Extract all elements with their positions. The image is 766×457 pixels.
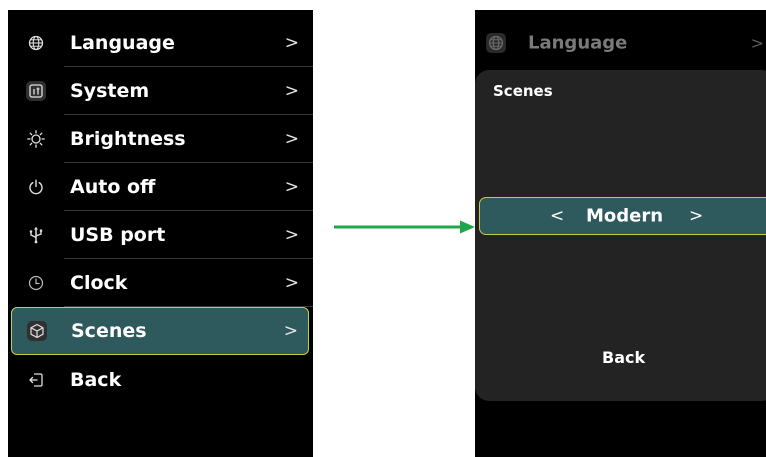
settings-menu-screen: Language > System > Brightness > Auto of… <box>8 10 313 457</box>
scenes-dialog: Scenes < Modern > Back <box>475 70 766 401</box>
cube-icon <box>27 321 47 341</box>
scene-picker[interactable]: < Modern > <box>479 197 766 235</box>
menu-item-label: USB port <box>70 224 166 246</box>
menu-item-label: Language <box>70 32 175 54</box>
power-icon <box>26 177 46 197</box>
transition-arrow-icon <box>334 220 475 234</box>
chevron-right-icon: > <box>284 33 299 53</box>
next-option-button[interactable]: > <box>689 206 703 226</box>
menu-item-language-dimmed: Language > <box>475 20 766 65</box>
menu-item-label: Back <box>70 369 122 391</box>
chevron-right-icon: > <box>284 273 299 293</box>
menu-item-label: System <box>70 80 150 102</box>
clock-icon <box>26 273 46 293</box>
usb-icon <box>26 225 46 245</box>
scene-picker-value: Modern <box>586 205 664 227</box>
chevron-right-icon: > <box>284 81 299 101</box>
menu-item-scenes[interactable]: Scenes > <box>11 307 309 355</box>
chevron-right-icon: > <box>284 225 299 245</box>
chevron-right-icon: > <box>284 129 299 149</box>
menu-item-label: Auto off <box>70 176 156 198</box>
chevron-right-icon: > <box>284 177 299 197</box>
menu-item-back[interactable]: Back <box>8 356 313 404</box>
globe-icon <box>26 33 46 53</box>
menu-item-label: Scenes <box>71 320 147 342</box>
exit-icon <box>26 370 46 390</box>
menu-item-brightness[interactable]: Brightness > <box>8 115 313 163</box>
menu-item-label: Brightness <box>70 128 186 150</box>
menu-item-usb-port[interactable]: USB port > <box>8 211 313 259</box>
menu-item-label: Clock <box>70 272 128 294</box>
globe-icon <box>486 32 506 53</box>
sun-icon <box>26 129 46 149</box>
chevron-right-icon: > <box>750 33 764 52</box>
chevron-right-icon: > <box>283 321 298 341</box>
page: Language > System > Brightness > Auto of… <box>0 0 766 457</box>
menu-item-language[interactable]: Language > <box>8 19 313 67</box>
system-icon <box>26 81 46 101</box>
menu-item-system[interactable]: System > <box>8 67 313 115</box>
dialog-title: Scenes <box>493 82 553 100</box>
menu-item-auto-off[interactable]: Auto off > <box>8 163 313 211</box>
previous-option-button[interactable]: < <box>550 206 564 226</box>
menu-item-label: Language <box>528 32 628 53</box>
back-button[interactable]: Back <box>602 348 645 367</box>
scenes-dialog-screen: Language > Scenes < Modern > Back <box>475 10 766 457</box>
menu-item-clock[interactable]: Clock > <box>8 259 313 307</box>
